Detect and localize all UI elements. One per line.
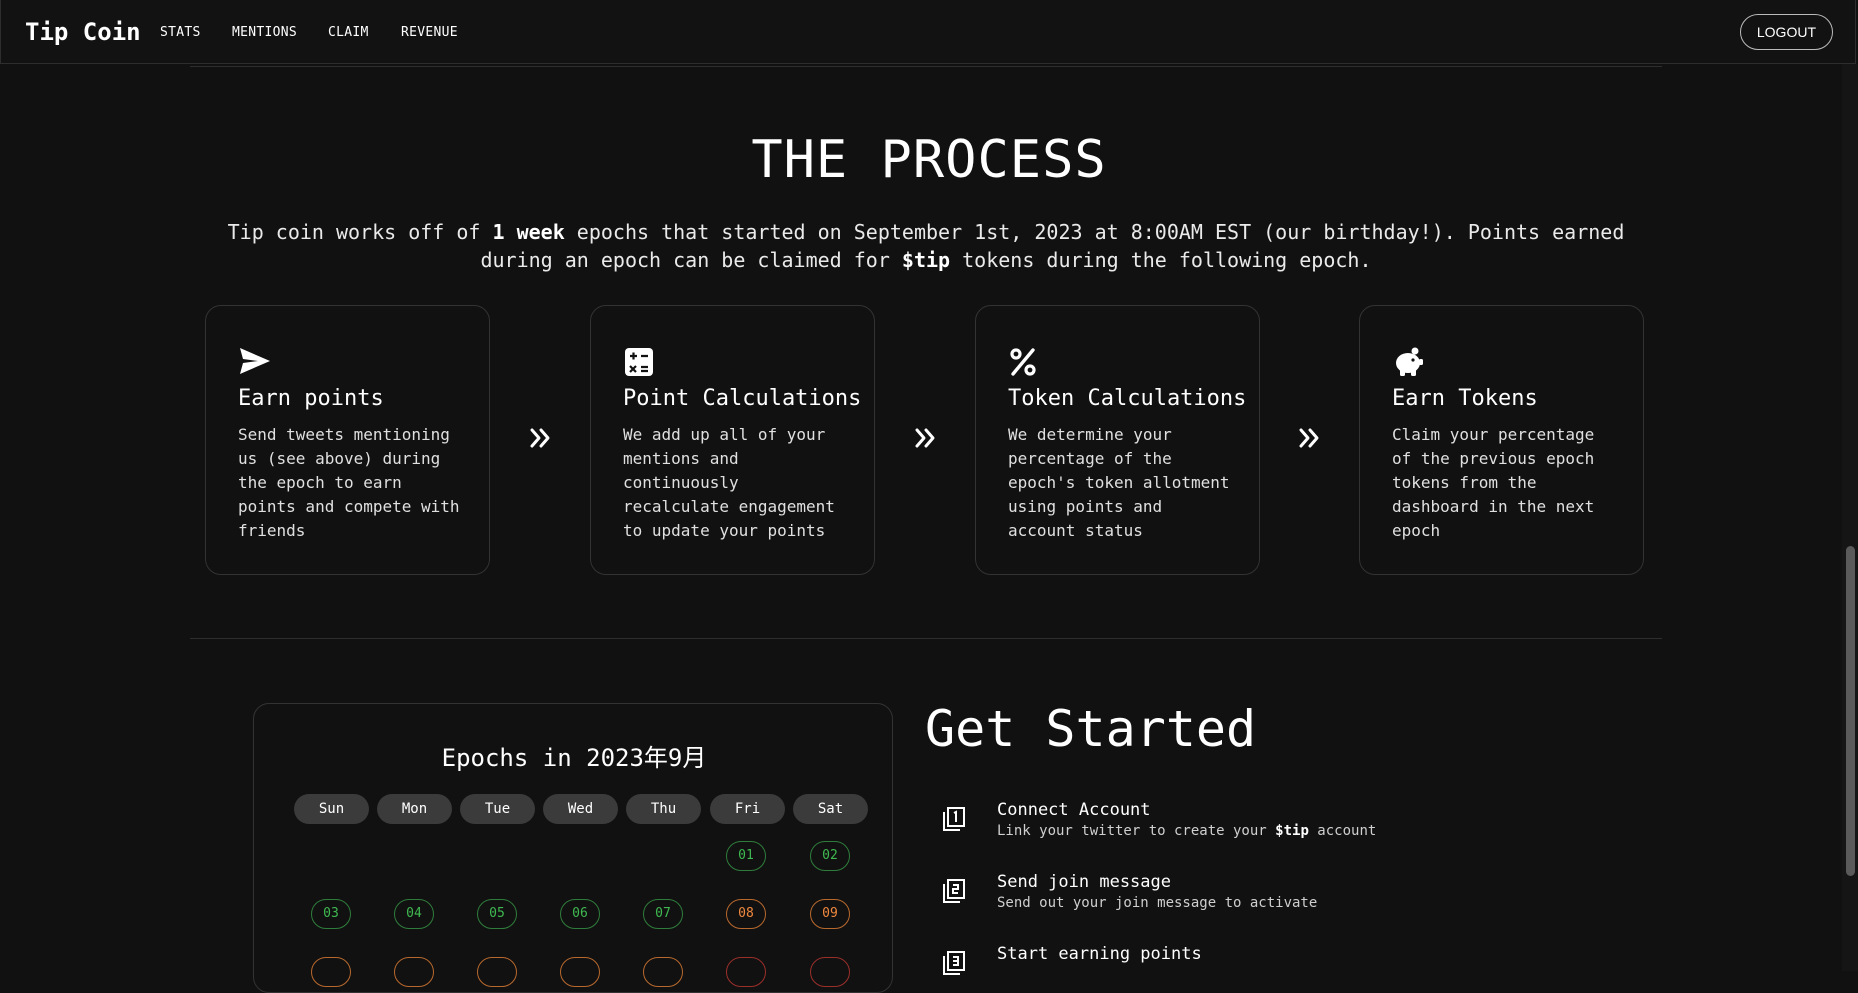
calendar-date[interactable] — [643, 957, 683, 987]
calendar-date[interactable]: 02 — [810, 841, 850, 871]
process-title: THE PROCESS — [751, 130, 1107, 190]
get-started-title: Get Started — [925, 700, 1257, 758]
nav-revenue[interactable]: REVENUE — [401, 25, 458, 40]
card-text: Claim your percentage of the previous ep… — [1392, 425, 1595, 540]
calendar-date[interactable] — [394, 957, 434, 987]
double-chevron-right-icon — [530, 428, 550, 448]
paper-plane-icon — [240, 348, 270, 374]
day-header-sat: Sat — [793, 794, 868, 824]
day-header-thu: Thu — [626, 794, 701, 824]
card-title: Earn points — [238, 386, 384, 411]
nav-stats[interactable]: STATS — [160, 25, 201, 40]
divider-top — [190, 66, 1662, 67]
step-title: Connect Account — [997, 800, 1151, 820]
calendar-date[interactable] — [560, 957, 600, 987]
card-title: Earn Tokens — [1392, 386, 1538, 411]
logout-button[interactable]: LOGOUT — [1739, 14, 1833, 50]
scrollbar-thumb[interactable] — [1846, 546, 1855, 876]
process-description: Tip coin works off of 1 week epochs that… — [227, 220, 1625, 272]
calendar-title: Epochs in 2023年9月 — [441, 744, 707, 772]
epochs-calendar: Epochs in 2023年9月 Sun Mon Tue Wed Thu Fr… — [253, 703, 893, 993]
process-card-token-calculations: Token Calculations We determine your per… — [975, 305, 1260, 575]
step-title: Start earning points — [997, 944, 1202, 964]
step-three-icon — [943, 951, 965, 975]
calendar-date[interactable]: 09 — [810, 899, 850, 929]
day-header-mon: Mon — [377, 794, 452, 824]
calculator-icon — [625, 348, 653, 376]
calendar-date[interactable] — [311, 957, 351, 987]
card-title: Point Calculations — [623, 386, 862, 411]
card-text: We determine your percentage of the epoc… — [1008, 425, 1230, 540]
step-two-icon — [943, 879, 965, 903]
calendar-date[interactable] — [810, 957, 850, 987]
day-header-sun: Sun — [294, 794, 369, 824]
double-chevron-right-icon — [915, 428, 935, 448]
step-title: Send join message — [997, 872, 1171, 892]
step-subtitle: Link your twitter to create your $tip ac… — [997, 823, 1377, 839]
calendar-date[interactable] — [477, 957, 517, 987]
day-header-tue: Tue — [460, 794, 535, 824]
card-text: We add up all of your mentions and conti… — [623, 425, 835, 540]
calendar-date[interactable] — [726, 957, 766, 987]
piggy-bank-icon — [1396, 347, 1423, 376]
calendar-date[interactable]: 03 — [311, 899, 351, 929]
step-one-icon — [943, 807, 965, 831]
vertical-scrollbar[interactable] — [1842, 64, 1858, 971]
double-chevron-right-icon — [1299, 428, 1319, 448]
day-header-wed: Wed — [543, 794, 618, 824]
card-title: Token Calculations — [1008, 386, 1247, 411]
top-navbar: Tip Coin STATS MENTIONS CLAIM REVENUE LO… — [0, 0, 1856, 64]
calendar-date[interactable]: 01 — [726, 841, 766, 871]
calendar-date[interactable]: 07 — [643, 899, 683, 929]
calendar-date[interactable]: 04 — [394, 899, 434, 929]
divider-middle — [190, 638, 1662, 639]
card-text: Send tweets mentioning us (see above) du… — [238, 425, 460, 540]
day-header-fri: Fri — [710, 794, 785, 824]
percent-icon — [1010, 348, 1036, 376]
process-card-earn-points: Earn points Send tweets mentioning us (s… — [205, 305, 490, 575]
calendar-date[interactable]: 05 — [477, 899, 517, 929]
nav-claim[interactable]: CLAIM — [328, 25, 369, 40]
process-card-point-calculations: Point Calculations We add up all of your… — [590, 305, 875, 575]
process-card-earn-tokens: Earn Tokens Claim your percentage of the… — [1359, 305, 1644, 575]
calendar-date[interactable]: 08 — [726, 899, 766, 929]
nav-mentions[interactable]: MENTIONS — [232, 25, 297, 40]
step-subtitle: Send out your join message to activate — [997, 895, 1318, 911]
brand-logo[interactable]: Tip Coin — [25, 18, 141, 46]
calendar-date[interactable]: 06 — [560, 899, 600, 929]
